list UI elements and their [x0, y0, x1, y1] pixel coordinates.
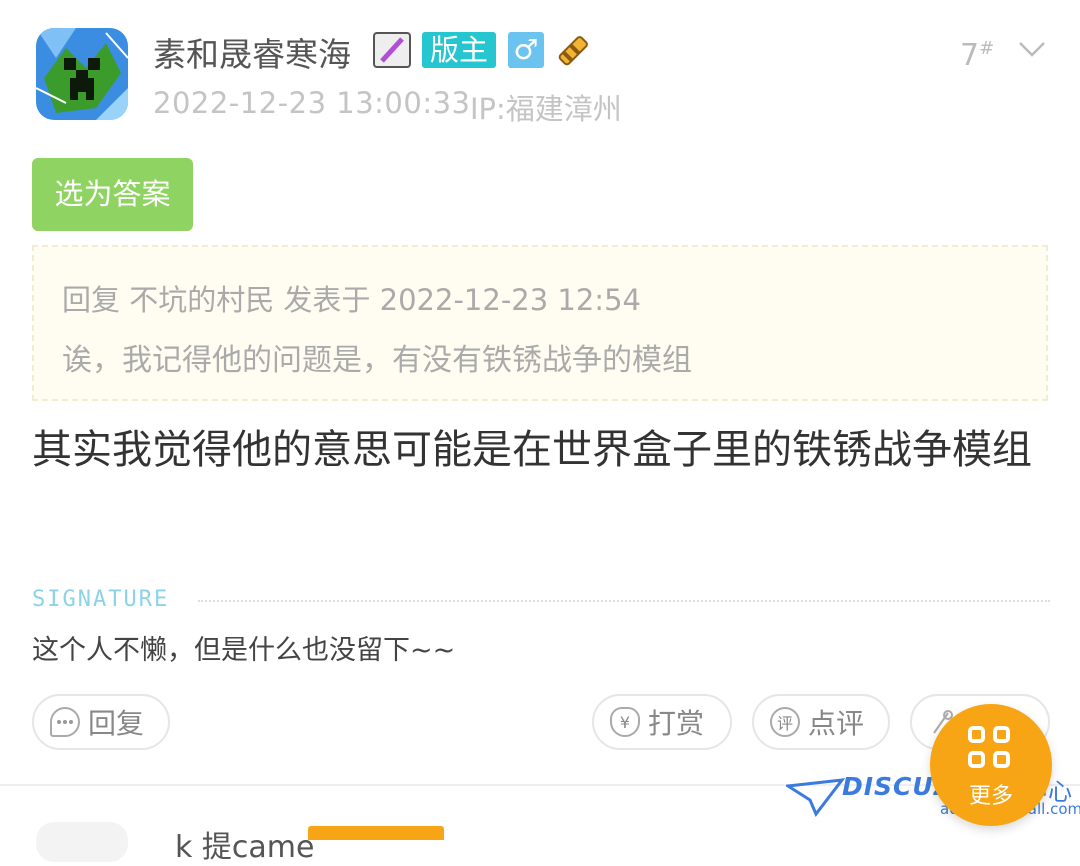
post-time: 2022-12-23 13:00:33 — [153, 86, 471, 120]
quote-text: 诶，我记得他的问题是，有没有铁锈战争的模组 — [62, 343, 692, 378]
male-gender-icon: ♂ — [508, 32, 544, 68]
comment-icon: 评 — [770, 707, 800, 737]
post-content: 其实我觉得他的意思可能是在世界盒子里的铁锈战争模组 — [32, 427, 1032, 473]
quote-block: 回复 不坑的村民 发表于 2022-12-23 12:54 诶，我记得他的问题是… — [32, 245, 1048, 401]
next-post-username[interactable]: k 提came — [175, 822, 314, 866]
comment-label: 点评 — [808, 707, 865, 740]
select-answer-button[interactable]: 选为答案 — [32, 158, 193, 231]
reward-label: 打赏 — [648, 707, 705, 740]
reward-button[interactable]: ¥ 打赏 — [592, 694, 732, 750]
post-ip: IP:福建漳州 — [470, 92, 622, 126]
next-post-badge — [308, 826, 444, 840]
wand-badge-icon — [372, 32, 412, 68]
signature-label: SIGNATURE — [32, 587, 170, 612]
chat-bubble-icon — [50, 707, 80, 737]
comment-button[interactable]: 评 点评 — [752, 694, 890, 750]
signature-text: 这个人不懒，但是什么也没留下~~ — [32, 635, 456, 666]
chevron-down-icon[interactable] — [1016, 34, 1048, 70]
money-bag-icon: ¥ — [610, 707, 640, 737]
reply-label: 回复 — [88, 707, 145, 740]
app-center-button[interactable]: 更多 — [930, 704, 1052, 826]
user-avatar[interactable] — [36, 28, 128, 120]
app-center-label: 更多 — [968, 784, 1013, 809]
next-post-avatar[interactable] — [36, 822, 128, 862]
quote-header: 回复 不坑的村民 发表于 2022-12-23 12:54 — [62, 283, 641, 317]
reply-button[interactable]: 回复 — [32, 694, 170, 750]
signature-divider — [198, 600, 1050, 602]
title-badge: 版主 — [422, 32, 497, 68]
grid-icon — [968, 726, 1014, 772]
floor-number: 7# — [960, 38, 995, 73]
username[interactable]: 素和晟睿寒海 — [153, 32, 351, 78]
pencil-badge-icon — [554, 32, 594, 68]
